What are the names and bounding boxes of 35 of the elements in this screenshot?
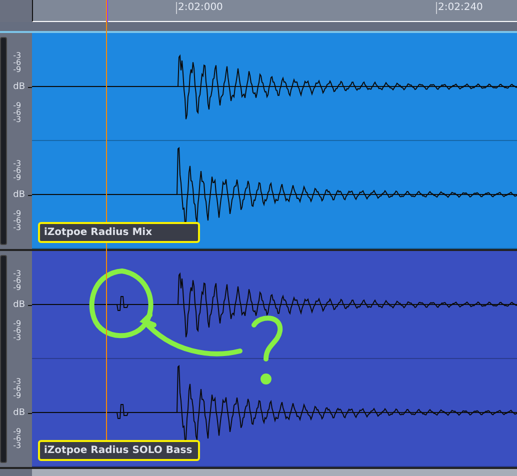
scale-label: -6	[13, 434, 22, 442]
scale-label: dB	[13, 408, 25, 418]
scale-label: dB	[13, 82, 25, 92]
scale-label: dB	[13, 190, 25, 200]
timeline-ruler[interactable]: 2:02:000 2:02:240	[32, 0, 517, 22]
scale-label: -9	[13, 66, 22, 72]
scale-label: -6	[13, 108, 22, 116]
scale-label: -3	[13, 442, 22, 448]
scale-label: -3	[13, 224, 22, 230]
scale-label: -3	[13, 116, 22, 122]
scale-label: -3	[13, 270, 22, 276]
scale-label: -6	[13, 216, 22, 224]
scale-label: -9	[13, 174, 22, 180]
scale-label: -9	[13, 320, 22, 326]
time-label: 2:02:240	[436, 2, 483, 14]
scale-label: dB	[13, 300, 25, 310]
scale-label: -6	[13, 166, 22, 174]
track-name: iZotpoe Radius SOLO Bass	[38, 440, 200, 461]
scale-label: -3	[13, 378, 22, 384]
scale-label: -9	[13, 392, 22, 398]
track-name: iZotpoe Radius Mix	[38, 222, 200, 243]
scale-label: -9	[13, 428, 22, 434]
playhead-marker[interactable]	[107, 0, 108, 22]
scale-label: -9	[13, 210, 22, 216]
scale-label: -6	[13, 326, 22, 334]
scale-label: -6	[13, 384, 22, 392]
time-label: 2:02:000	[176, 2, 223, 14]
scale-label: -9	[13, 284, 22, 290]
scroll-bar[interactable]	[32, 469, 517, 476]
scale-label: -9	[13, 102, 22, 108]
scale-label: -6	[13, 58, 22, 66]
scale-label: -6	[13, 276, 22, 284]
scale-label: -3	[13, 160, 22, 166]
scale-label: -3	[13, 334, 22, 340]
scale-label: -3	[13, 52, 22, 58]
